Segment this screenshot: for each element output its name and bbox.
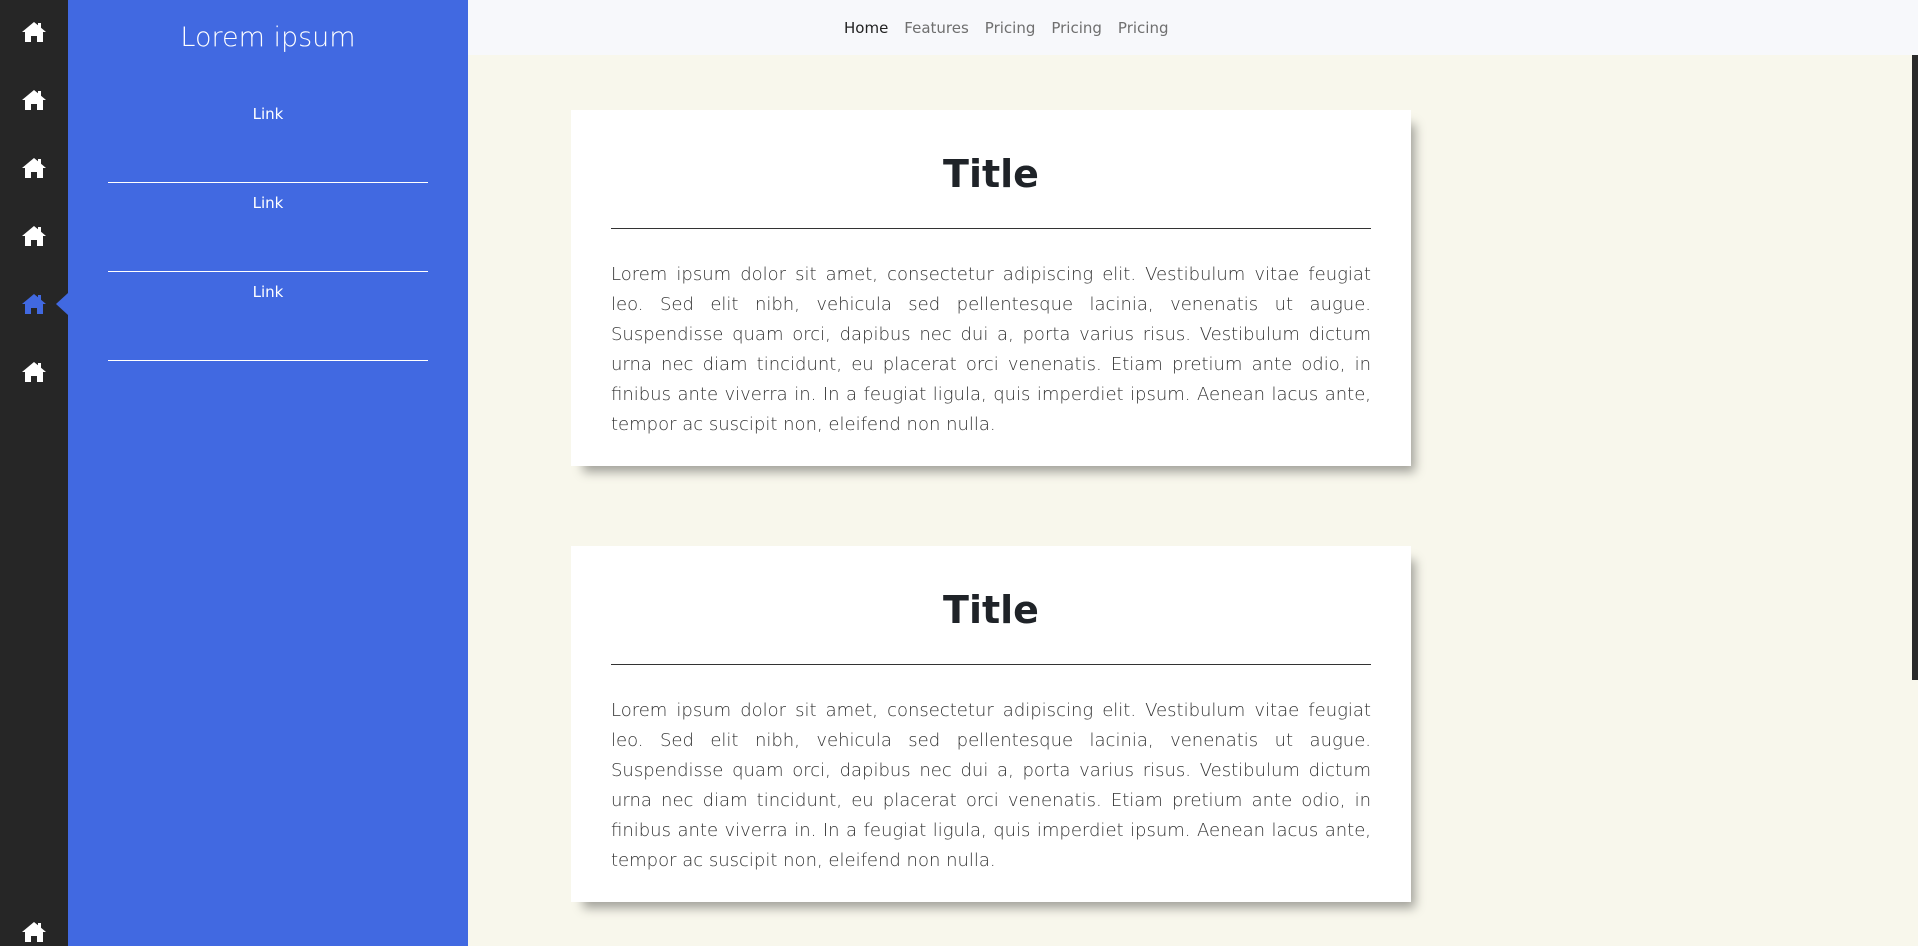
nav-items: Home Features Pricing Pricing Pricing [836,0,1176,55]
sidebar-link-label: Link [252,105,284,123]
card-title: Title [943,588,1039,632]
scrollbar[interactable] [1912,55,1918,680]
home-icon [22,294,46,314]
sidebar-link-2[interactable]: Link [108,184,428,272]
rail-home-5-active[interactable] [0,284,68,324]
nav-features[interactable]: Features [896,19,977,37]
rail-home-3[interactable] [0,148,68,188]
home-icon [22,922,46,942]
sidebar-links: Link Link Link [108,95,428,362]
nav-pricing-1[interactable]: Pricing [977,19,1044,37]
sidebar: Lorem ipsum Link Link Link [68,0,468,946]
home-icon [22,158,46,178]
card-divider [611,228,1371,229]
rail-home-4[interactable] [0,216,68,256]
home-icon [22,90,46,110]
card-body: Lorem ipsum dolor sit amet, consectetur … [611,700,1371,871]
sidebar-link-3[interactable]: Link [108,273,428,361]
top-navigation: Home Features Pricing Pricing Pricing [468,0,1918,55]
sidebar-link-1[interactable]: Link [108,95,428,183]
content-card: Title Lorem ipsum dolor sit amet, consec… [571,546,1411,902]
card-body: Lorem ipsum dolor sit amet, consectetur … [611,264,1371,435]
home-icon [22,22,46,42]
nav-pricing-3[interactable]: Pricing [1110,19,1177,37]
sidebar-link-label: Link [252,194,284,212]
home-icon [22,362,46,382]
nav-pricing-2[interactable]: Pricing [1043,19,1110,37]
card-title: Title [943,152,1039,196]
home-icon [22,226,46,246]
app-root: Lorem ipsum Link Link Link Home Features… [0,0,1918,946]
sidebar-title: Lorem ipsum [180,22,356,53]
card-divider [611,664,1371,665]
rail-home-2[interactable] [0,80,68,120]
rail-home-7[interactable] [0,912,68,946]
rail-home-6[interactable] [0,352,68,392]
content-card: Title Lorem ipsum dolor sit amet, consec… [571,110,1411,466]
nav-home[interactable]: Home [836,19,896,37]
sidebar-link-label: Link [252,283,284,301]
rail-home-1[interactable] [0,12,68,52]
icon-rail [0,0,68,946]
